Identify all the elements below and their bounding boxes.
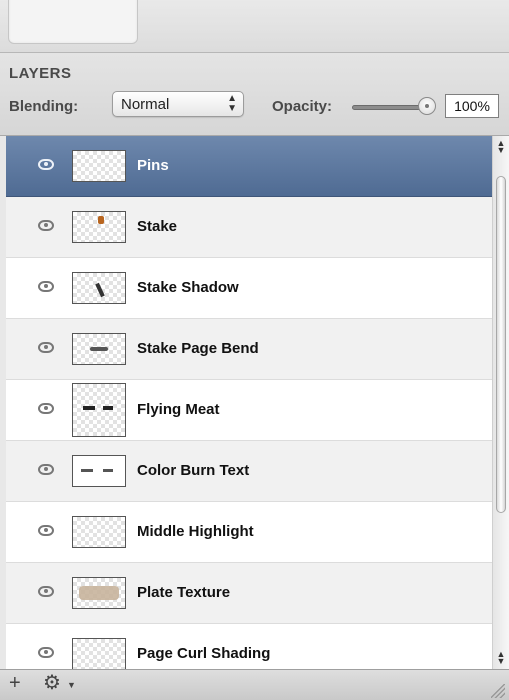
opacity-slider[interactable]: [352, 105, 428, 110]
eye-icon[interactable]: [38, 525, 54, 536]
layer-name: Flying Meat: [137, 401, 220, 418]
eye-icon[interactable]: [38, 220, 54, 231]
panel-title: LAYERS: [9, 65, 72, 82]
gear-icon[interactable]: ⚙: [43, 673, 61, 693]
eye-icon[interactable]: [38, 647, 54, 658]
opacity-label: Opacity:: [272, 98, 333, 115]
stepper-arrows-icon: ▲ ▼: [227, 93, 237, 114]
layer-thumbnail: [72, 150, 126, 182]
layer-row-color-burn-text[interactable]: Color Burn Text: [6, 441, 492, 502]
layer-name: Middle Highlight: [137, 523, 254, 540]
layer-list: Pins Stake Stake Shadow Stake Page Bend …: [6, 136, 492, 669]
eye-icon[interactable]: [38, 281, 54, 292]
scroll-thumb[interactable]: [496, 176, 506, 513]
layer-thumbnail: [72, 333, 126, 365]
layer-name: Stake: [137, 218, 178, 235]
layer-thumbnail: [72, 383, 126, 437]
layer-row-stake[interactable]: Stake: [6, 197, 492, 258]
layer-thumbnail: [72, 455, 126, 487]
layer-row-middle-highlight[interactable]: Middle Highlight: [6, 502, 492, 563]
layer-thumbnail: [72, 272, 126, 304]
blending-mode-value: Normal: [121, 96, 170, 113]
canvas-preview-thumbnail[interactable]: [8, 0, 138, 44]
layer-row-flying-meat[interactable]: Flying Meat: [6, 380, 492, 441]
layer-row-page-curl-shading[interactable]: Page Curl Shading: [6, 624, 492, 669]
layer-name: Color Burn Text: [137, 462, 250, 479]
opacity-field[interactable]: 100%: [445, 94, 499, 118]
layer-name: Plate Texture: [137, 584, 231, 601]
layer-name: Stake Page Bend: [137, 340, 259, 357]
layer-row-stake-shadow[interactable]: Stake Shadow: [6, 258, 492, 319]
layers-panel-header: LAYERS Blending: Normal ▲ ▼ Opacity: 100%: [0, 53, 509, 136]
eye-icon[interactable]: [38, 586, 54, 597]
layer-thumbnail: [72, 638, 126, 669]
blending-mode-select[interactable]: Normal ▲ ▼: [112, 91, 244, 117]
layer-name: Pins: [137, 157, 169, 174]
scroll-arrows-top-icon[interactable]: ▲ ▼: [495, 139, 507, 155]
layer-thumbnail: [72, 516, 126, 548]
layers-bottom-toolbar: + ⚙ ▼: [0, 669, 509, 700]
scroll-arrows-bottom-icon[interactable]: ▲ ▼: [495, 650, 507, 666]
layer-row-stake-page-bend[interactable]: Stake Page Bend: [6, 319, 492, 380]
layer-row-plate-texture[interactable]: Plate Texture: [6, 563, 492, 624]
eye-icon[interactable]: [38, 403, 54, 414]
layer-name: Page Curl Shading: [137, 645, 271, 662]
layer-list-scrollbar[interactable]: ▲ ▼ ▲ ▼: [492, 136, 509, 669]
eye-icon[interactable]: [38, 464, 54, 475]
chevron-down-icon[interactable]: ▼: [67, 680, 76, 690]
layer-thumbnail: [72, 577, 126, 609]
opacity-slider-knob[interactable]: [418, 97, 436, 115]
layer-name: Stake Shadow: [137, 279, 239, 296]
blending-label: Blending:: [9, 98, 79, 115]
layer-row-pins[interactable]: Pins: [6, 136, 492, 197]
canvas-preview-area: [0, 0, 509, 53]
eye-icon[interactable]: [38, 342, 54, 353]
layer-thumbnail: [72, 211, 126, 243]
eye-icon[interactable]: [38, 159, 54, 170]
plus-icon[interactable]: +: [9, 673, 21, 693]
resize-grip-icon[interactable]: [491, 684, 505, 698]
